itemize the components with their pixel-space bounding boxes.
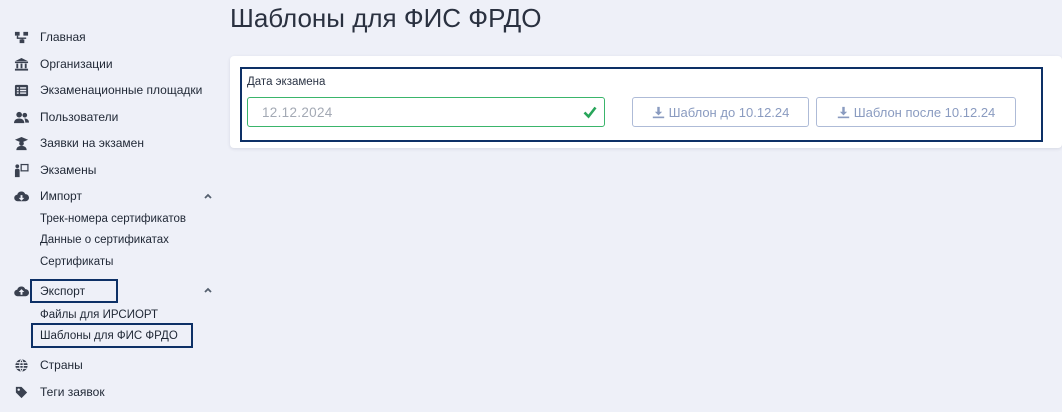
sidebar-item-label: Экзаменационные площадки: [40, 83, 203, 97]
sidebar-item-organizations[interactable]: Организации: [12, 54, 113, 74]
sidebar-item-label: Импорт: [40, 189, 82, 203]
template-before-button[interactable]: Шаблон до 10.12.24: [632, 97, 809, 127]
sidebar-item-label: Экспорт: [40, 284, 86, 298]
sidebar-subitem-irsiort-files[interactable]: Файлы для ИРСИОРТ: [40, 307, 158, 323]
sidebar-item-label: Экзамены: [40, 163, 97, 177]
chevron-up-icon[interactable]: [202, 190, 214, 202]
exam-date-value: 12.12.2024: [262, 104, 333, 120]
sidebar-item-label: Пользователи: [40, 110, 119, 124]
template-after-button[interactable]: Шаблон после 10.12.24: [816, 97, 1016, 127]
check-icon: [582, 104, 598, 120]
sidebar-item-users[interactable]: Пользователи: [12, 107, 118, 127]
list-icon: [12, 81, 30, 99]
sidebar-item-home[interactable]: Главная: [12, 27, 86, 47]
sidebar-item-export[interactable]: Экспорт: [12, 281, 85, 301]
presenter-icon: [12, 161, 30, 179]
sidebar-item-exam-requests[interactable]: Заявки на экзамен: [12, 133, 144, 153]
download-icon: [652, 106, 664, 118]
sidebar-subitem-tracking-numbers[interactable]: Трек-номера сертификатов: [40, 211, 186, 227]
sidebar-item-exams[interactable]: Экзамены: [12, 160, 96, 180]
download-icon: [837, 106, 849, 118]
sidebar-item-countries[interactable]: Страны: [12, 355, 83, 375]
sidebar-subitem-certificate-data[interactable]: Данные о сертификатах: [40, 232, 169, 248]
chevron-up-icon[interactable]: [202, 284, 214, 296]
sidebar-item-label: Страны: [40, 358, 83, 372]
sidebar-item-import[interactable]: Импорт: [12, 186, 82, 206]
globe-icon: [12, 356, 30, 374]
tag-icon: [12, 383, 30, 401]
sidebar-item-label: Главная: [40, 30, 86, 44]
sidebar-item-request-tags[interactable]: Теги заявок: [12, 382, 105, 402]
institution-icon: [12, 55, 30, 73]
exam-date-label: Дата экзамена: [247, 76, 326, 88]
template-after-label: Шаблон после 10.12.24: [853, 104, 996, 120]
cloud-upload-icon: [12, 282, 30, 300]
sidebar-item-label: Заявки на экзамен: [40, 136, 144, 150]
sidebar-subitem-fis-frdo-templates[interactable]: Шаблоны для ФИС ФРДО: [40, 328, 178, 344]
cloud-download-icon: [12, 187, 30, 205]
template-before-label: Шаблон до 10.12.24: [668, 104, 790, 120]
sidebar-subitem-certificates[interactable]: Сертификаты: [40, 254, 113, 270]
sitemap-icon: [12, 28, 30, 46]
page-title: Шаблоны для ФИС ФРДО: [230, 3, 542, 33]
sidebar-item-label: Организации: [40, 57, 113, 71]
exam-date-input[interactable]: 12.12.2024: [247, 97, 605, 127]
users-icon: [12, 108, 30, 126]
graduate-icon: [12, 134, 30, 152]
sidebar: Главная Организации Экзаменационные площ…: [0, 0, 222, 412]
sidebar-item-exam-sites[interactable]: Экзаменационные площадки: [12, 80, 202, 100]
sidebar-item-label: Теги заявок: [40, 385, 105, 399]
